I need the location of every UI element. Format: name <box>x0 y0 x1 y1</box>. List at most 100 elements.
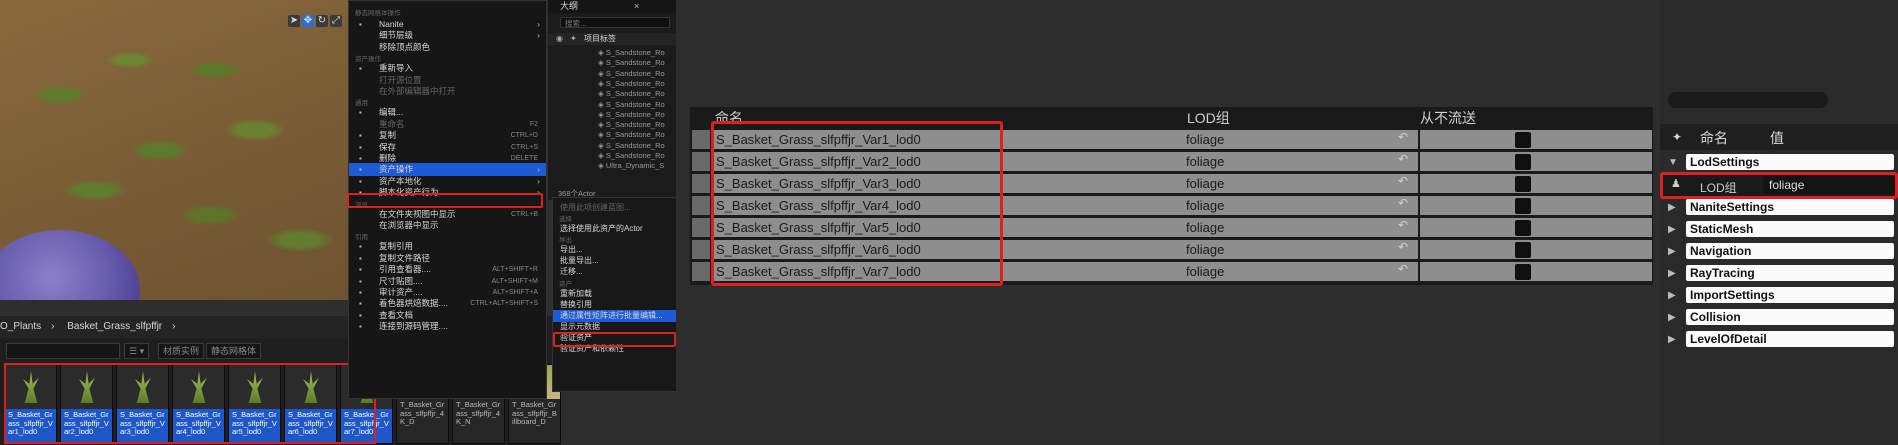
source-control-icon: ▪ <box>359 322 362 332</box>
chevron-right-icon[interactable]: ▶ <box>1668 287 1680 304</box>
chevron-right-icon[interactable]: ▶ <box>1668 199 1680 216</box>
select-icon[interactable]: ➤ <box>288 15 300 27</box>
pin-icon[interactable]: ✦ <box>570 33 577 45</box>
move-icon[interactable]: ✥ <box>302 15 314 27</box>
chevron-right-icon[interactable]: ▶ <box>1668 309 1680 326</box>
filter-chip[interactable]: 静态网格体 <box>206 343 262 359</box>
menu-item-label: 连接到源码管理.... <box>379 321 448 332</box>
cell-lod-group[interactable]: foliage <box>1182 196 1418 215</box>
column-header-lod-group[interactable]: LOD组 <box>1187 109 1230 127</box>
never-stream-checkbox[interactable] <box>1515 220 1531 236</box>
menu-section-header: 资产 <box>559 280 572 288</box>
static-mesh-icon: ◈ <box>598 151 606 160</box>
details-column-value: 值 <box>1770 130 1784 146</box>
reset-icon[interactable]: ↶ <box>1398 130 1408 144</box>
row-handle[interactable] <box>692 152 710 171</box>
scale-icon[interactable]: ⤢ <box>330 15 342 27</box>
row-handle[interactable] <box>692 174 710 193</box>
row-handle[interactable] <box>692 240 710 259</box>
details-category[interactable]: ▶ NaniteSettings <box>1668 199 1895 216</box>
eye-icon[interactable]: ◉ <box>556 33 563 45</box>
details-search-input[interactable] <box>1668 92 1828 108</box>
cell-never-stream[interactable] <box>1420 152 1652 171</box>
menu-item-label: 在外部编辑器中打开 <box>379 86 456 96</box>
details-category-label: LevelOfDetail <box>1686 331 1894 347</box>
chevron-right-icon[interactable]: ▶ <box>1668 265 1680 282</box>
level-viewport[interactable] <box>0 0 348 300</box>
cell-lod-group[interactable]: foliage <box>1182 240 1418 259</box>
never-stream-checkbox[interactable] <box>1515 154 1531 170</box>
search-input[interactable] <box>6 343 120 359</box>
filter-chip[interactable]: 材质实例 <box>158 343 205 359</box>
cell-lod-group[interactable]: foliage <box>1182 218 1418 237</box>
cell-never-stream[interactable] <box>1420 196 1652 215</box>
chevron-right-icon: › <box>51 321 55 332</box>
cell-lod-group[interactable]: foliage <box>1182 174 1418 193</box>
cell-never-stream[interactable] <box>1420 240 1652 259</box>
details-category-label: NaniteSettings <box>1686 199 1894 215</box>
never-stream-checkbox[interactable] <box>1515 242 1531 258</box>
collision-sphere-preview <box>0 230 140 300</box>
close-icon[interactable]: × <box>634 0 639 12</box>
breadcrumb-item[interactable]: Basket_Grass_slfpffjr <box>67 321 162 332</box>
cell-never-stream[interactable] <box>1420 262 1652 281</box>
outliner-actor-item[interactable]: ◈ Ultra_Dynamic_S <box>598 160 664 172</box>
menu-item[interactable]: 在浏览器中显示 <box>349 219 546 232</box>
cell-lod-group[interactable]: foliage <box>1182 262 1418 281</box>
reset-icon[interactable]: ↶ <box>1398 152 1408 166</box>
cell-lod-group[interactable]: foliage <box>1182 152 1418 171</box>
asset-tile-label: T_Basket_Grass_slfpffjr_4K_D <box>397 399 448 443</box>
filter-icon[interactable]: ☰ ▾ <box>124 343 150 359</box>
row-handle[interactable] <box>692 130 710 149</box>
cell-never-stream[interactable] <box>1420 174 1652 193</box>
row-handle[interactable] <box>692 218 710 237</box>
reset-icon[interactable]: ↶ <box>1398 218 1408 232</box>
rotate-icon[interactable]: ↻ <box>316 15 328 27</box>
menu-section-header: 选择 <box>559 216 572 224</box>
outliner-search-input[interactable]: 搜索... <box>560 17 670 28</box>
cell-never-stream[interactable] <box>1420 130 1652 149</box>
never-stream-checkbox[interactable] <box>1515 264 1531 280</box>
menu-item[interactable]: ▪ 连接到源码管理.... <box>349 320 546 333</box>
cell-never-stream[interactable] <box>1420 218 1652 237</box>
details-category[interactable]: ▶ Collision <box>1668 309 1895 326</box>
never-stream-checkbox[interactable] <box>1515 198 1531 214</box>
outliner-actor-label: S_Sandstone_Ro <box>605 58 665 68</box>
details-category[interactable]: ▶ StaticMesh <box>1668 221 1895 238</box>
details-category[interactable]: ▶ LevelOfDetail <box>1668 331 1895 348</box>
row-handle[interactable] <box>692 196 710 215</box>
reset-icon[interactable]: ↶ <box>1398 196 1408 210</box>
menu-item[interactable]: 移除顶点颜色 <box>349 41 546 54</box>
reset-icon[interactable]: ↶ <box>1398 240 1408 254</box>
asset-tile-label: T_Basket_Grass_slfpffjr_4K_N <box>453 399 504 443</box>
outliner-actor-label: S_Sandstone_Ro <box>605 120 665 130</box>
details-category[interactable]: ▶ ImportSettings <box>1668 287 1895 304</box>
menu-item-label: 在浏览器中显示 <box>379 220 439 230</box>
menu-section-header: 静态网格体操作 <box>355 10 401 17</box>
static-mesh-icon: ◈ <box>598 130 606 140</box>
cell-lod-group[interactable]: foliage <box>1182 130 1418 149</box>
filter-bar: ☰ ▾ 材质实例 静态网格体 <box>0 340 360 360</box>
never-stream-checkbox[interactable] <box>1515 132 1531 148</box>
details-category[interactable]: ▶ RayTracing <box>1668 265 1895 282</box>
chevron-right-icon[interactable]: ▶ <box>1668 331 1680 348</box>
breadcrumb-item[interactable]: O_Plants <box>0 321 41 332</box>
never-stream-checkbox[interactable] <box>1515 176 1531 192</box>
chevron-right-icon[interactable]: ▶ <box>1668 221 1680 238</box>
row-handle[interactable] <box>692 262 710 281</box>
outliner-actor-label: S_Sandstone_Ro <box>605 89 665 99</box>
menu-item: 在外部编辑器中打开 <box>349 85 546 98</box>
menu-section-header: 导出 <box>559 237 572 245</box>
tab-outliner[interactable]: 大纲 <box>560 0 578 12</box>
reset-icon[interactable]: ↶ <box>1398 262 1408 276</box>
details-category[interactable]: ▼ LodSettings <box>1668 154 1895 171</box>
selection-highlight <box>347 193 543 208</box>
reset-icon[interactable]: ↶ <box>1398 174 1408 188</box>
column-header-never-stream[interactable]: 从不流送 <box>1420 109 1476 127</box>
selection-highlight <box>1660 172 1898 199</box>
chevron-down-icon[interactable]: ▼ <box>1668 154 1680 171</box>
viewport-transform-tools: ➤ ✥ ↻ ⤢ <box>288 15 342 29</box>
pin-icon[interactable]: ✦ <box>1672 130 1682 144</box>
chevron-right-icon[interactable]: ▶ <box>1668 243 1680 260</box>
details-category[interactable]: ▶ Navigation <box>1668 243 1895 260</box>
